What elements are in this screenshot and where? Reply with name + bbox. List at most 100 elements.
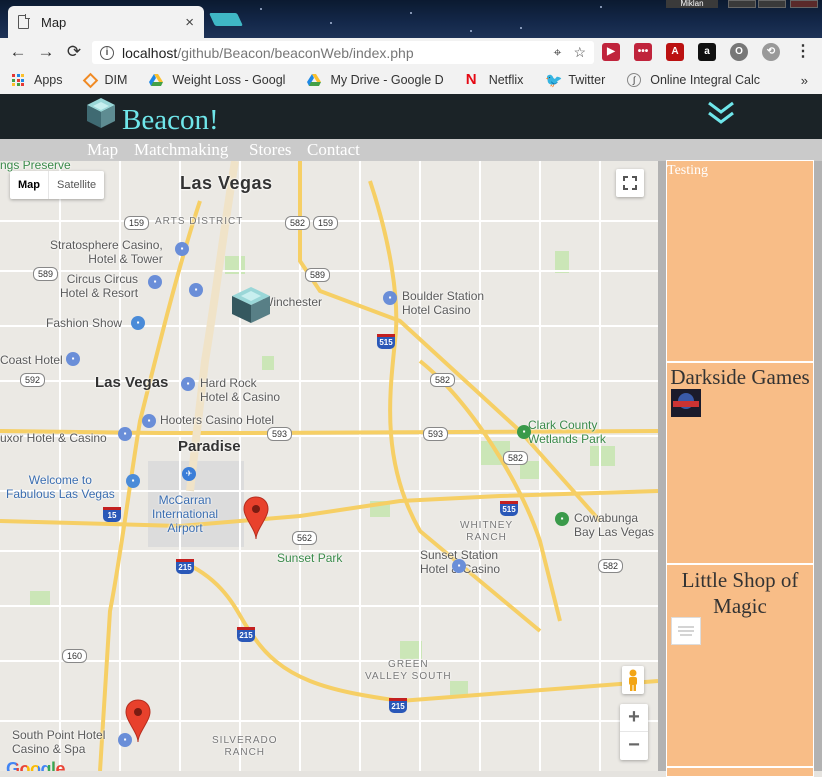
menu-kebab-icon[interactable]: ⋮ [794, 43, 812, 61]
fullscreen-button[interactable] [616, 169, 644, 197]
map-label: Coast Hotel [0, 353, 63, 367]
poi-shopping-icon[interactable]: ▪ [131, 316, 145, 330]
star-decoration [600, 6, 602, 8]
route-shield: 582 [285, 216, 311, 230]
bookmark-my-drive[interactable]: My Drive - Google D [307, 73, 444, 87]
interstate-shield: 15 [103, 507, 121, 522]
menu-item-map[interactable]: Map [87, 139, 118, 161]
map-label: Fashion Show [46, 316, 123, 330]
route-shield: 582 [503, 451, 529, 465]
store-name: Darkside Games [670, 365, 810, 389]
zoom-control: + − [620, 704, 648, 760]
map-label: SILVERADO RANCH [212, 735, 278, 758]
poi-hotel-icon[interactable]: ▪ [175, 242, 189, 256]
store-card[interactable]: Testing [666, 160, 814, 362]
extension-icon-2[interactable]: ••• [634, 43, 652, 61]
bookmark-integral-calc[interactable]: ∫ Online Integral Calc [627, 73, 760, 87]
info-icon[interactable]: i [100, 45, 114, 60]
poi-hotel-icon[interactable]: ▪ [142, 414, 156, 428]
store-thumbnail[interactable] [671, 617, 701, 645]
poi-icon[interactable]: ▪ [189, 283, 203, 297]
bookmark-label: Weight Loss - Googl [172, 73, 286, 87]
more-bookmarks-icon[interactable]: » [801, 73, 808, 88]
store-thumbnail[interactable] [671, 389, 701, 417]
cube-logo-icon [87, 98, 115, 128]
pdf-extension-icon[interactable]: A [666, 43, 684, 61]
poi-hotel-icon[interactable]: ▪ [181, 377, 195, 391]
map-label: WHITNEY RANCH [460, 520, 514, 543]
dim-icon [82, 72, 98, 88]
beacon-cube-marker-icon[interactable] [228, 285, 274, 325]
street-view-pegman[interactable] [622, 666, 644, 694]
interstate-shield: 215 [176, 559, 194, 574]
map-label: Las Vegas [95, 374, 169, 391]
poi-hotel-icon[interactable]: ▪ [118, 427, 132, 441]
store-card[interactable]: Little Shop of Magic [666, 564, 814, 767]
site-menu: Map Matchmaking Stores Contact [0, 139, 822, 161]
map-label: Las Vegas [180, 173, 273, 193]
pegman-icon [629, 669, 637, 691]
location-icon[interactable]: ⌖ [554, 44, 562, 61]
poi-hotel-icon[interactable]: ▪ [383, 291, 397, 305]
amazon-extension-icon[interactable]: a [698, 43, 716, 61]
back-button[interactable]: ← [4, 42, 32, 62]
menu-item-matchmaking[interactable]: Matchmaking [134, 139, 228, 161]
maximize-button[interactable] [758, 0, 786, 8]
new-tab-button[interactable] [208, 13, 244, 26]
map-label: Circus Circus Hotel & Resort [60, 272, 139, 300]
menu-item-contact[interactable]: Contact [307, 139, 360, 161]
poi-park-icon[interactable]: ▪ [555, 512, 569, 526]
poi-hotel-icon[interactable]: ▪ [148, 275, 162, 289]
address-bar[interactable]: i localhost/github/Beacon/beaconWeb/inde… [92, 41, 594, 64]
bookmark-apps[interactable]: Apps [12, 73, 63, 87]
netflix-icon: N [465, 71, 477, 88]
bookmark-weight-loss[interactable]: Weight Loss - Googl [149, 73, 285, 87]
poi-hotel-icon[interactable]: ▪ [452, 559, 466, 573]
close-tab-icon[interactable]: × [185, 14, 194, 31]
zoom-in-button[interactable]: + [620, 704, 648, 732]
poi-icon[interactable]: ▪ [126, 474, 140, 488]
extension-icon-1[interactable]: ▶ [602, 43, 620, 61]
extension-icon-6[interactable]: ⟲ [762, 43, 780, 61]
map-label: Sunset Park [277, 551, 343, 565]
bookmark-dim[interactable]: DIM [82, 72, 128, 88]
forward-button[interactable]: → [32, 42, 60, 62]
route-shield: 593 [423, 427, 449, 441]
route-shield: 589 [305, 268, 331, 282]
menu-item-stores[interactable]: Stores [249, 139, 292, 161]
store-card[interactable] [666, 767, 814, 777]
poi-hotel-icon[interactable]: ▪ [66, 352, 80, 366]
calculator-icon: ∫ [627, 73, 642, 87]
profile-name[interactable]: Miklan [666, 0, 718, 8]
minimize-button[interactable] [728, 0, 756, 8]
store-card[interactable]: Darkside Games [666, 362, 814, 564]
page-icon [18, 14, 30, 29]
poi-park-icon[interactable]: ▪ [517, 425, 531, 439]
route-shield: 562 [292, 531, 318, 545]
map-label: Welcome to Fabulous Las Vegas [6, 473, 115, 501]
red-map-pin-icon[interactable] [243, 496, 269, 540]
magic-shop-logo-icon [678, 626, 694, 636]
star-decoration [260, 8, 262, 10]
bookmark-label: Netflix [488, 73, 524, 87]
route-shield: 159 [313, 216, 339, 230]
browser-tab[interactable]: Map × [8, 6, 204, 38]
bookmark-netflix[interactable]: N Netflix [465, 71, 524, 88]
window-close-button[interactable] [790, 0, 818, 8]
zoom-out-button[interactable]: − [620, 732, 648, 760]
bookmark-star-icon[interactable]: ☆ [573, 44, 586, 61]
site-brand[interactable]: Beacon! [122, 104, 219, 137]
airport-icon[interactable]: ✈ [182, 467, 196, 481]
reload-button[interactable]: ⟳ [60, 42, 88, 62]
chevron-down-icon[interactable] [705, 99, 737, 127]
red-map-pin-icon[interactable] [125, 699, 151, 743]
map-canvas[interactable]: Map Satellite ngs Preserve Las Vegas ART… [0, 161, 658, 771]
bookmark-twitter[interactable]: 🐦 Twitter [545, 73, 605, 87]
apps-grid-icon [12, 74, 24, 86]
browser-toolbar: ← → ⟳ i localhost/github/Beacon/beaconWe… [0, 38, 822, 66]
map-label: McCarran International Airport [152, 493, 219, 535]
map-type-map[interactable]: Map [10, 171, 49, 199]
bookmark-label: DIM [104, 73, 128, 87]
extension-icon-5[interactable]: O [730, 43, 748, 61]
map-type-satellite[interactable]: Satellite [49, 171, 104, 199]
